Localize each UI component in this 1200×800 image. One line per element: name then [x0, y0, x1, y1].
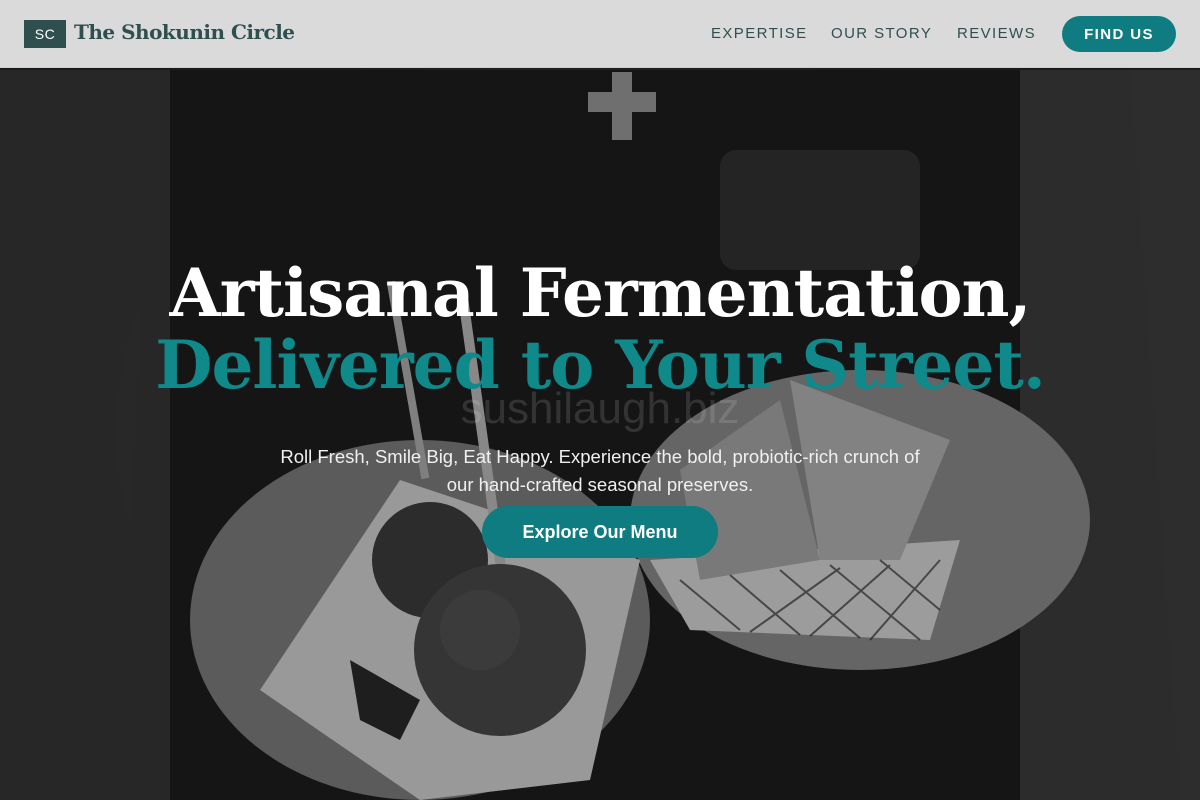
- brand-name[interactable]: The Shokunin Circle: [74, 20, 295, 44]
- explore-menu-button[interactable]: Explore Our Menu: [482, 506, 718, 558]
- hero-headline-line1: Artisanal Fermentation,: [169, 254, 1032, 332]
- nav-link-reviews[interactable]: REVIEWS: [957, 25, 1036, 42]
- hero-headline-line2: Delivered to Your Street.: [155, 326, 1046, 404]
- find-us-button[interactable]: FIND US: [1062, 16, 1176, 52]
- nav-link-expertise[interactable]: EXPERTISE: [711, 25, 808, 42]
- hero-subtitle: Roll Fresh, Smile Big, Eat Happy. Experi…: [280, 445, 920, 495]
- logo-badge[interactable]: SC: [24, 20, 66, 48]
- top-navbar: SC The Shokunin Circle EXPERTISE OUR STO…: [0, 0, 1200, 68]
- nav-link-our-story[interactable]: OUR STORY: [831, 25, 932, 42]
